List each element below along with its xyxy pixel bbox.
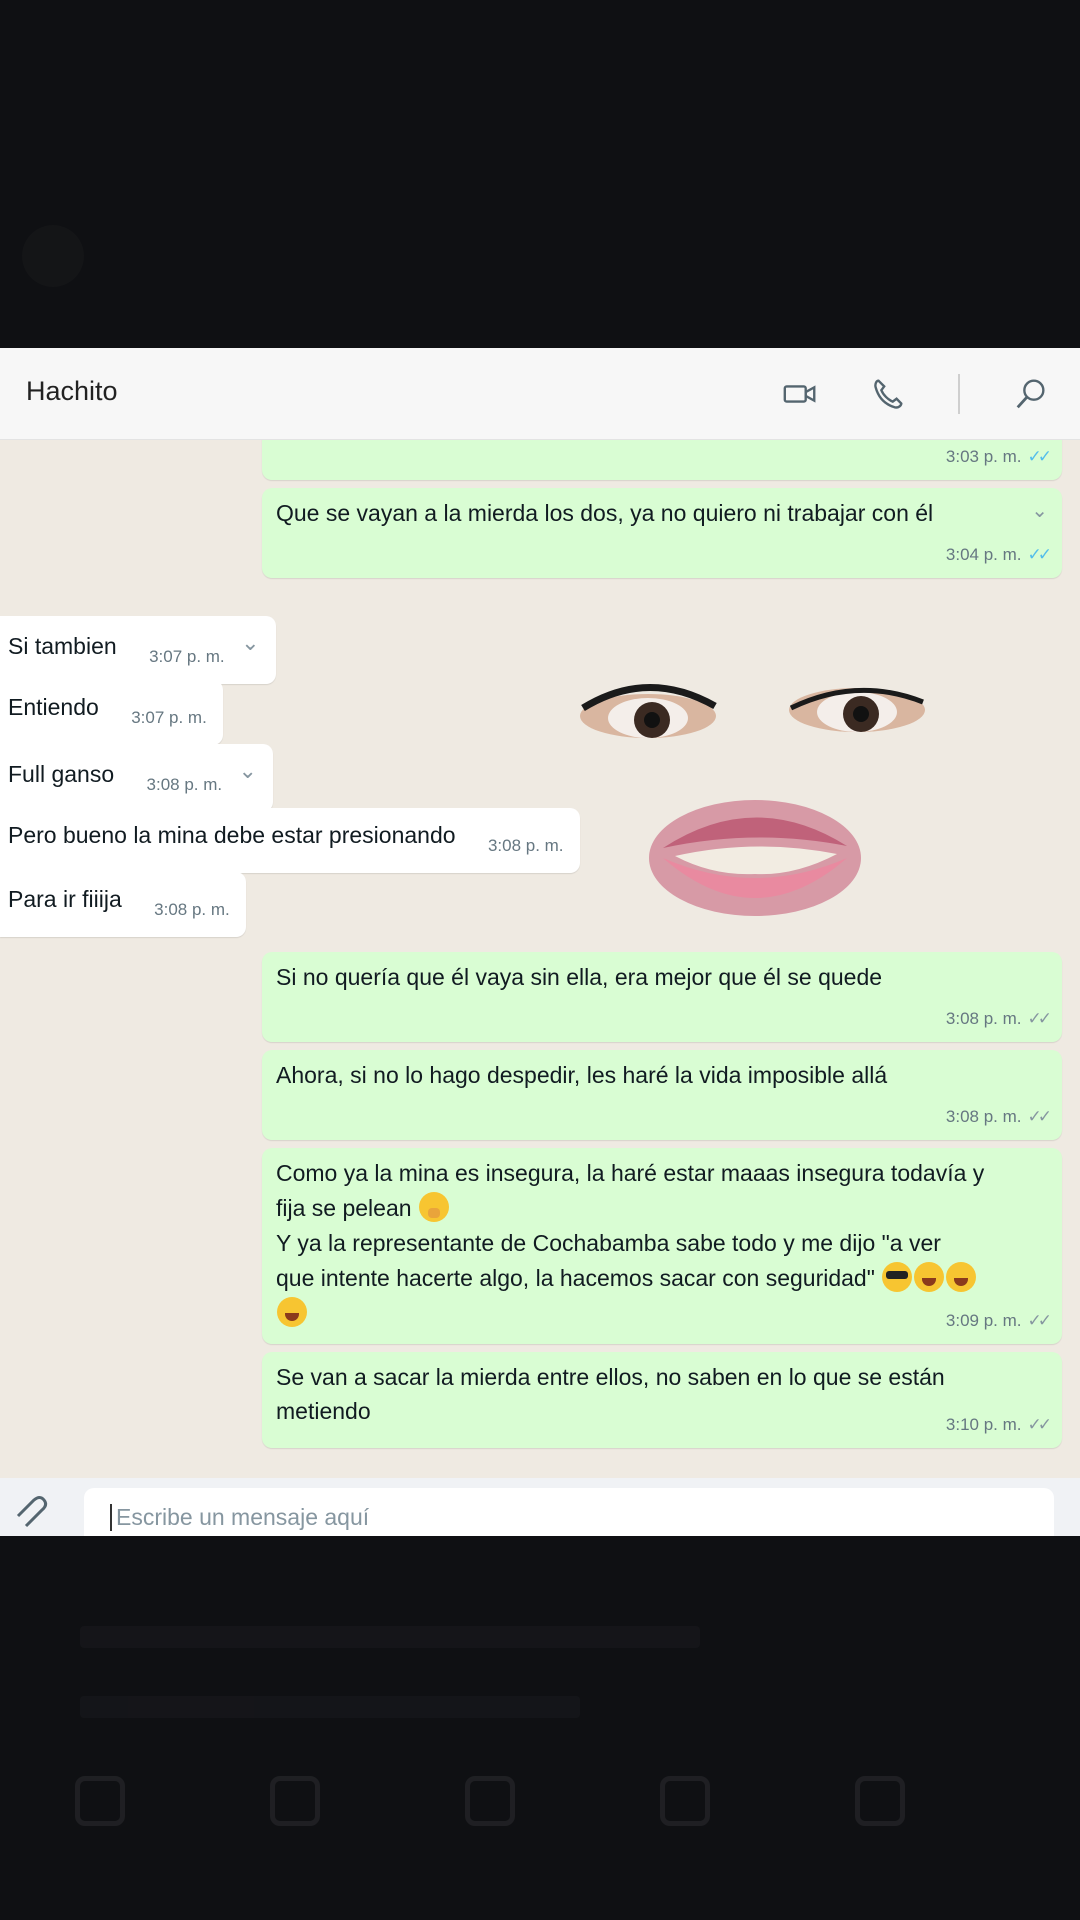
whatsapp-chat-window: Hachito 3:03 p. m. ✓✓ Que se vayan a la m… xyxy=(0,348,1080,1536)
right-eye xyxy=(789,687,925,732)
ghost-tab xyxy=(15,1776,185,1848)
chevron-down-icon[interactable]: ⌄ xyxy=(239,754,257,788)
ghost-tab xyxy=(405,1776,575,1848)
background-editor-panel xyxy=(0,1536,1080,1920)
chevron-down-icon[interactable]: ⌄ xyxy=(241,626,259,660)
message-incoming[interactable]: Full ganso 3:08 p. m. ⌄ xyxy=(0,744,273,812)
message-time: 3:08 p. m. ✓✓ xyxy=(945,1009,1052,1028)
face-sticker[interactable] xyxy=(555,668,955,928)
message-input-bar: Escribe un mensaje aquí xyxy=(0,1478,1080,1536)
ghost-tab xyxy=(210,1776,380,1848)
laughing-emoji-icon xyxy=(277,1297,307,1327)
mouth xyxy=(649,800,861,916)
message-incoming[interactable]: Pero bueno la mina debe estar presionand… xyxy=(0,808,580,873)
sunglasses-emoji-icon xyxy=(882,1262,913,1292)
screen: Hachito 3:03 p. m. ✓✓ Que se vayan a la m… xyxy=(0,0,1080,1920)
left-eye xyxy=(580,684,717,738)
delivered-ticks-icon: ✓✓ xyxy=(1027,1107,1052,1126)
delivered-ticks-icon: ✓✓ xyxy=(1027,1311,1052,1330)
message-outgoing[interactable]: Ahora, si no lo hago despedir, les haré … xyxy=(262,1050,1062,1140)
ghost-line xyxy=(80,1696,580,1718)
message-outgoing[interactable]: Si no quería que él vaya sin ella, era m… xyxy=(262,952,1062,1042)
header-divider xyxy=(958,374,960,414)
chevron-down-icon[interactable]: ⌄ xyxy=(1031,494,1048,528)
ghost-line xyxy=(80,1626,700,1648)
paperclip-icon[interactable] xyxy=(10,1492,50,1532)
message-input[interactable]: Escribe un mensaje aquí xyxy=(84,1488,1054,1536)
read-ticks-icon: ✓✓ xyxy=(1027,545,1052,564)
shushing-face-emoji-icon xyxy=(418,1192,449,1222)
delivered-ticks-icon: ✓✓ xyxy=(1027,1415,1052,1434)
ghost-tab xyxy=(600,1776,770,1848)
message-time: 3:08 p. m. ✓✓ xyxy=(945,1107,1052,1126)
contact-name[interactable]: Hachito xyxy=(26,376,118,407)
message-time: 3:04 p. m. ✓✓ xyxy=(945,545,1052,564)
message-time: 3:09 p. m. ✓✓ xyxy=(945,1311,1052,1330)
avatar xyxy=(22,225,84,287)
ghost-tab-bar xyxy=(0,1776,1080,1916)
chat-header: Hachito xyxy=(0,348,1080,440)
phone-icon[interactable] xyxy=(866,372,910,416)
message-outgoing[interactable]: Se van a sacar la mierda entre ellos, no… xyxy=(262,1352,1062,1448)
laughing-emoji-icon xyxy=(946,1262,977,1292)
message-time: 3:10 p. m. ✓✓ xyxy=(945,1415,1052,1434)
delivered-ticks-icon: ✓✓ xyxy=(1027,1009,1052,1028)
laughing-emoji-icon xyxy=(914,1262,945,1292)
message-incoming[interactable]: Para ir fiiija 3:08 p. m. xyxy=(0,872,246,937)
message-incoming[interactable]: Si tambien 3:07 p. m. ⌄ xyxy=(0,616,276,684)
search-icon[interactable] xyxy=(1009,372,1053,416)
message-incoming[interactable]: Entiendo 3:07 p. m. xyxy=(0,680,223,745)
background-editor-header xyxy=(0,215,1080,295)
message-outgoing[interactable]: Que se vayan a la mierda los dos, ya no … xyxy=(262,488,1062,578)
message-outgoing[interactable]: Como ya la mina es insegura, la haré est… xyxy=(262,1148,1062,1344)
video-camera-icon[interactable] xyxy=(778,372,822,416)
ghost-tab xyxy=(795,1776,965,1848)
message-time: 3:03 p. m. ✓✓ xyxy=(945,447,1052,466)
read-ticks-icon: ✓✓ xyxy=(1027,447,1052,466)
